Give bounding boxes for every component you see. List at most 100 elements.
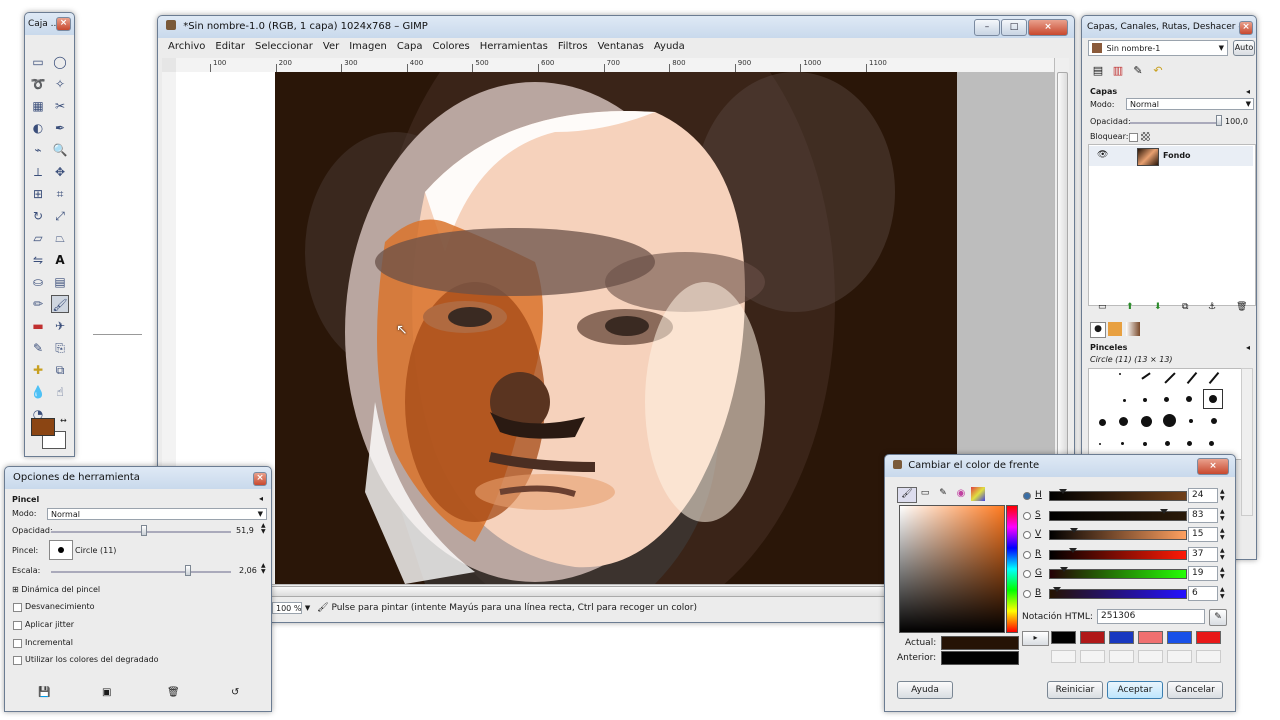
menu-ventanas[interactable]: Ventanas	[598, 41, 644, 52]
brush-dynamics-expander[interactable]: ⊞ Dinámica del pincel	[12, 585, 100, 594]
brushes-tab[interactable]: ●	[1090, 322, 1106, 338]
channel-value-g[interactable]: 19	[1188, 566, 1218, 581]
cancel-button[interactable]: Cancelar	[1167, 681, 1223, 699]
shear-icon[interactable]: ▱	[29, 229, 47, 247]
eyedropper-button[interactable]: ✎	[1209, 609, 1227, 626]
menu-ayuda[interactable]: Ayuda	[654, 41, 685, 52]
minimize-button[interactable]: –	[974, 19, 1000, 36]
lock-alpha-icon[interactable]	[1141, 132, 1150, 141]
blend-icon[interactable]: ▤	[51, 273, 69, 291]
history-color-swatch[interactable]	[1109, 631, 1134, 644]
channel-radio-g[interactable]	[1023, 570, 1031, 578]
anchor-layer-icon[interactable]: ⚓	[1208, 302, 1216, 312]
brush-item[interactable]	[1163, 414, 1176, 427]
visibility-eye-icon[interactable]: 👁	[1097, 150, 1108, 160]
brush-item[interactable]	[1119, 373, 1121, 375]
channel-slider-s[interactable]	[1049, 508, 1187, 521]
channel-radio-v[interactable]	[1023, 531, 1031, 539]
zoom-dropdown-icon[interactable]: ▼	[305, 604, 310, 612]
brush-item[interactable]	[1119, 417, 1128, 426]
channel-slider-knob[interactable]	[1159, 508, 1168, 514]
brush-item[interactable]	[1099, 419, 1106, 426]
image-window-titlebar[interactable]: *Sin nombre-1.0 (RGB, 1 capa) 1024x768 –…	[158, 16, 1074, 38]
history-color-swatch[interactable]	[1080, 650, 1105, 663]
channels-tab[interactable]: ▥	[1110, 64, 1126, 80]
menu-editar[interactable]: Editar	[215, 41, 245, 52]
layers-tab-menu-icon[interactable]: ◂	[1246, 87, 1250, 96]
color-select-icon[interactable]: ▦	[29, 97, 47, 115]
channel-radio-r[interactable]	[1023, 550, 1031, 559]
palette-selector-tab[interactable]	[971, 487, 985, 501]
mode-select[interactable]: Normal ▼	[47, 508, 267, 520]
blur-icon[interactable]: 💧	[29, 383, 47, 401]
raise-layer-icon[interactable]: ⬆	[1126, 302, 1134, 312]
layers-tab[interactable]: ▤	[1090, 64, 1106, 80]
brush-item[interactable]	[1208, 371, 1220, 385]
color-picker-icon[interactable]: ⌁	[29, 141, 47, 159]
eraser-icon[interactable]: ▬	[29, 317, 47, 335]
undo-tab[interactable]: ↶	[1150, 64, 1166, 80]
history-color-swatch[interactable]	[1196, 650, 1221, 663]
channel-slider-knob[interactable]	[1053, 586, 1062, 592]
brush-item[interactable]	[1123, 399, 1126, 402]
align-icon[interactable]: ⊞	[29, 185, 47, 203]
menu-ver[interactable]: Ver	[323, 41, 339, 52]
tab-menu-icon[interactable]: ◂	[259, 494, 263, 503]
wheel-selector-tab[interactable]: ◉	[953, 487, 969, 501]
paths-icon[interactable]: ✒	[51, 119, 69, 137]
channel-slider-b[interactable]	[1049, 586, 1187, 599]
brush-item[interactable]	[1165, 441, 1170, 446]
ink-icon[interactable]: ✎	[29, 339, 47, 357]
history-color-swatch[interactable]	[1080, 631, 1105, 644]
perspective-icon[interactable]: ⏢	[51, 229, 69, 247]
brushes-tab-menu-icon[interactable]: ◂	[1246, 343, 1250, 352]
delete-options-icon[interactable]: 🗑	[167, 687, 180, 698]
channel-value-r[interactable]: 37	[1188, 546, 1218, 562]
zoom-combo[interactable]: 100 %	[272, 601, 302, 614]
free-select-icon[interactable]: ➰	[29, 75, 47, 93]
scale-slider-track[interactable]	[51, 571, 231, 573]
new-layer-icon[interactable]: ▭	[1098, 302, 1107, 312]
channel-slider-knob[interactable]	[1069, 547, 1078, 553]
channel-slider-r[interactable]	[1049, 547, 1187, 560]
reset-button[interactable]: Reiniciar	[1047, 681, 1103, 699]
crop-icon[interactable]: ⌗	[51, 185, 69, 203]
menu-herramientas[interactable]: Herramientas	[480, 41, 548, 52]
scale-slider[interactable]	[185, 565, 191, 576]
brush-item[interactable]	[1099, 443, 1101, 445]
layers-dock-close-button[interactable]: ×	[1239, 21, 1253, 35]
bucket-fill-icon[interactable]: ⛀	[29, 273, 47, 291]
opacity-value[interactable]: 51,9	[236, 526, 254, 535]
channel-slider-v[interactable]	[1049, 528, 1187, 540]
scale-icon[interactable]: ⤢	[51, 207, 69, 225]
brush-item[interactable]	[1211, 418, 1217, 424]
text-icon[interactable]: A	[51, 251, 69, 269]
channel-value-s[interactable]: 83	[1188, 507, 1218, 523]
brush-item[interactable]	[1189, 419, 1193, 423]
auto-button[interactable]: Auto	[1233, 40, 1255, 56]
fade-checkbox[interactable]	[13, 603, 22, 612]
brush-item[interactable]	[1186, 371, 1198, 385]
flip-icon[interactable]: ⇋	[29, 251, 47, 269]
gimp-selector-tab[interactable]: 🖌	[897, 487, 917, 503]
channel-spin-icon[interactable]: ▲ ▼	[1220, 566, 1225, 580]
zoom-icon[interactable]: 🔍	[51, 141, 69, 159]
channel-radio-b[interactable]	[1023, 589, 1031, 598]
gradients-tab[interactable]	[1126, 322, 1140, 336]
scale-spin-icon[interactable]: ▲ ▼	[261, 563, 266, 575]
brush-item[interactable]	[1209, 441, 1214, 446]
swap-colors-icon[interactable]: ↔	[60, 416, 67, 425]
watercolor-selector-tab[interactable]: ✎	[935, 487, 951, 501]
brush-item[interactable]	[1186, 396, 1192, 402]
tool-options-close-button[interactable]: ×	[253, 472, 267, 486]
foreground-select-icon[interactable]: ◐	[29, 119, 47, 137]
gradient-colors-checkbox[interactable]	[13, 656, 22, 665]
layer-opacity-slider[interactable]	[1216, 115, 1222, 126]
brush-item[interactable]	[1121, 442, 1124, 445]
foreground-color-swatch[interactable]	[31, 418, 55, 436]
history-color-swatch[interactable]	[1167, 650, 1192, 663]
menu-colores[interactable]: Colores	[432, 41, 469, 52]
history-color-swatch[interactable]	[1138, 631, 1163, 644]
channel-spin-icon[interactable]: ▲ ▼	[1220, 488, 1225, 502]
maximize-button[interactable]: □	[1001, 19, 1027, 36]
